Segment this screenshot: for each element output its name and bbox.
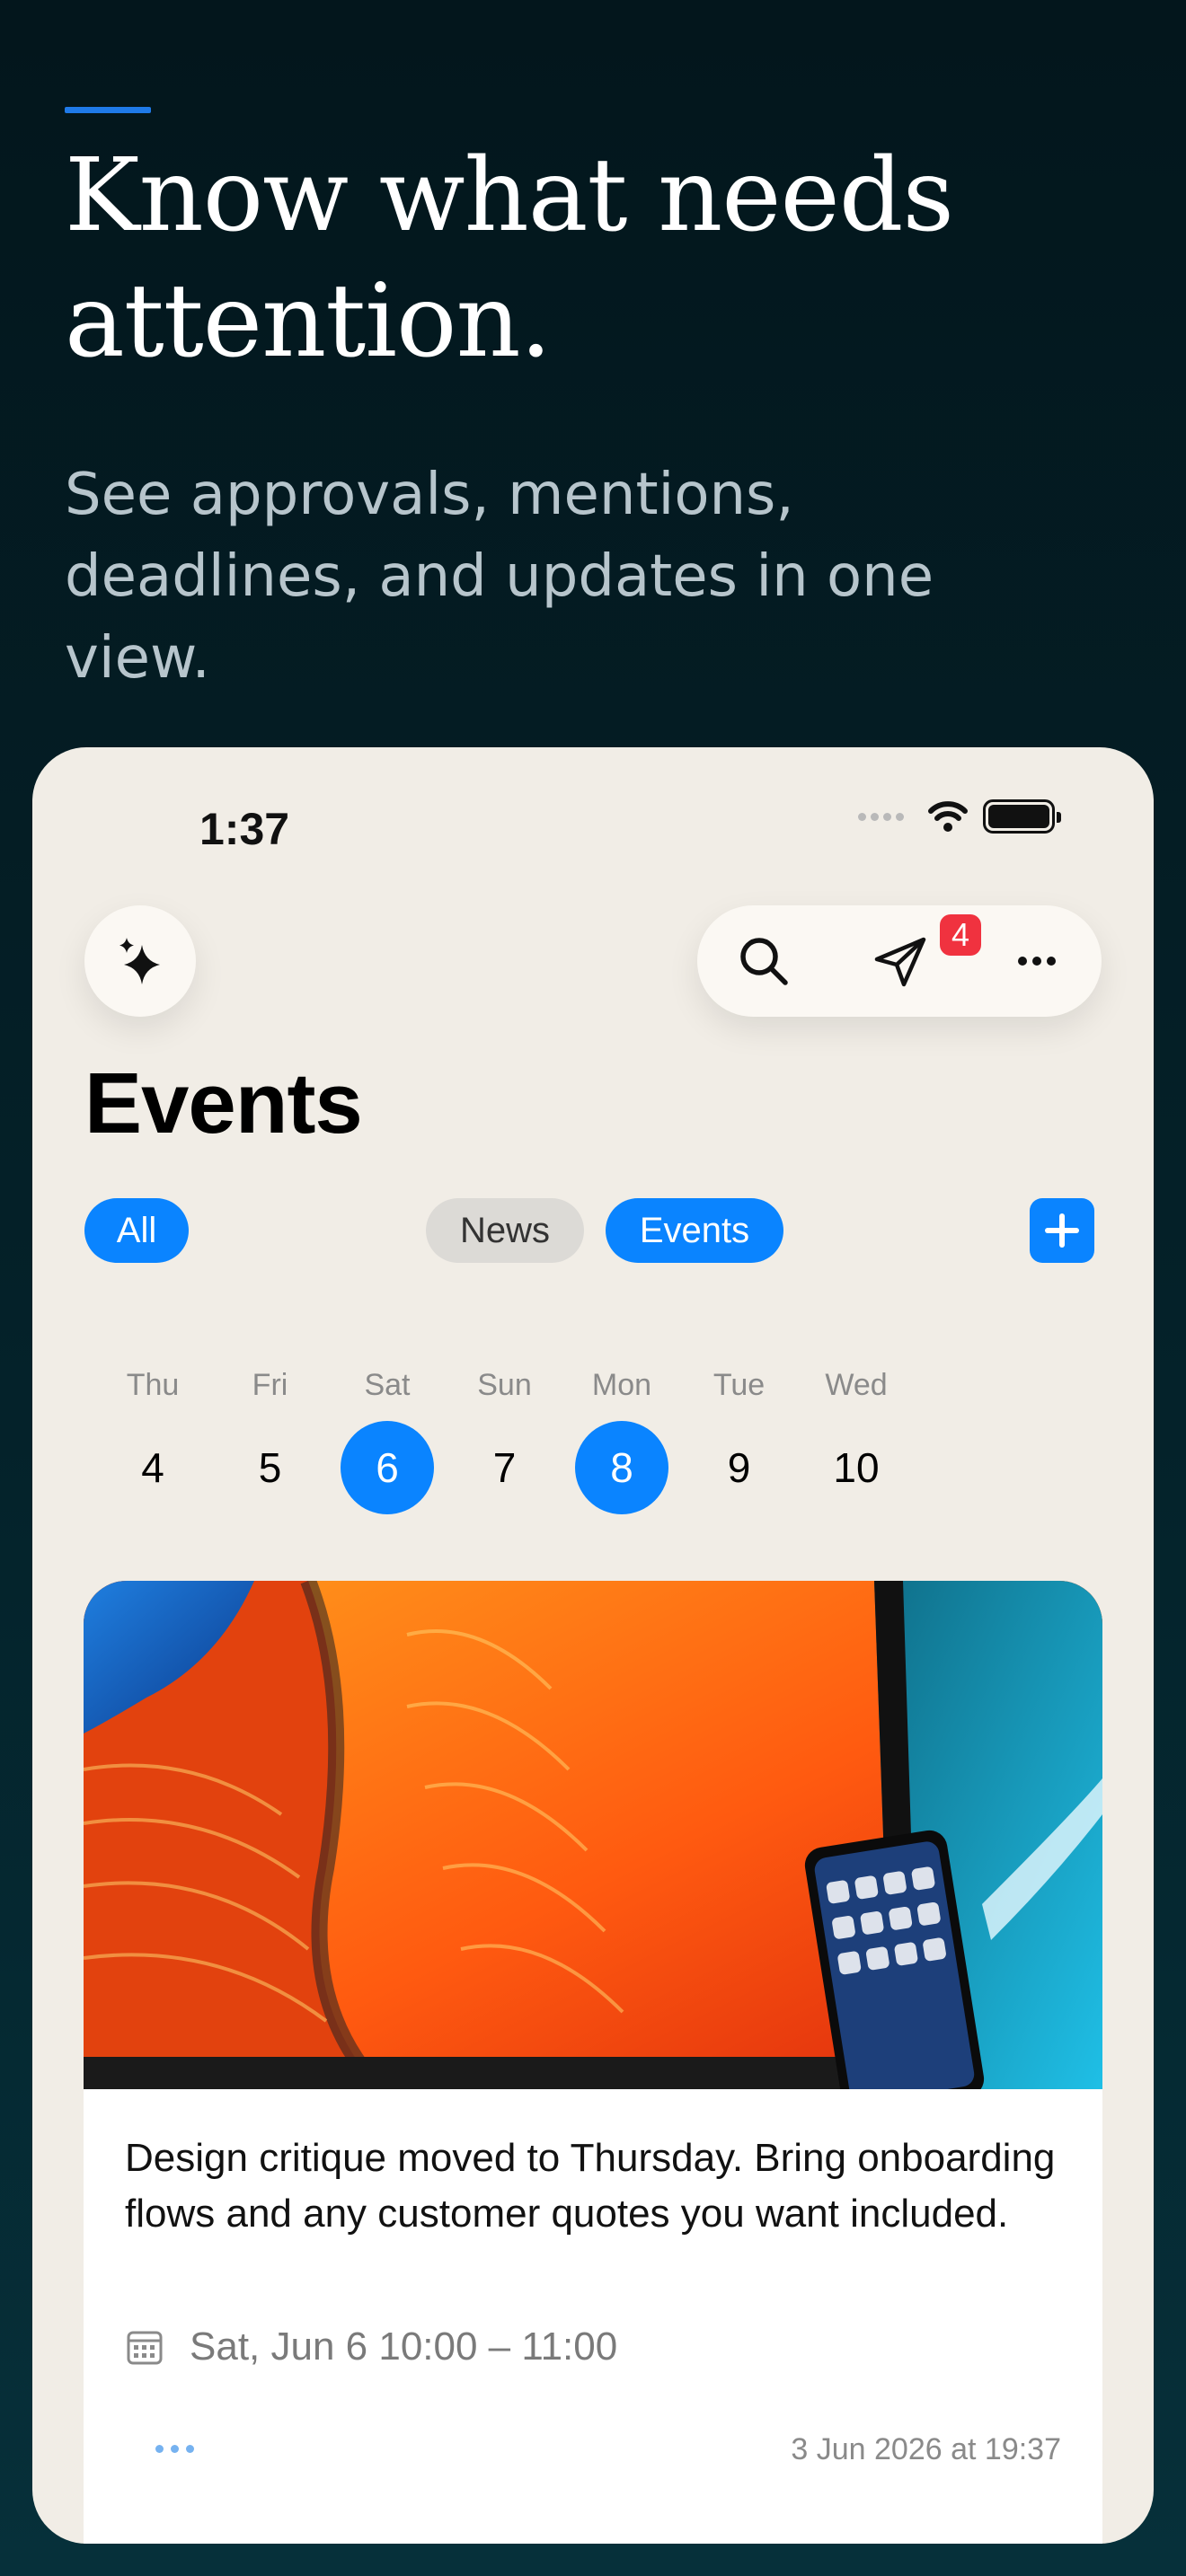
toolbar	[697, 905, 1102, 1017]
subheadline: See approvals, mentions, deadlines, and …	[65, 462, 934, 692]
card-timestamp: 3 Jun 2026 at 19:37	[791, 2432, 1061, 2466]
day-sat[interactable]: Sat 6	[338, 1367, 437, 1514]
signal-icon	[858, 812, 904, 821]
day-name: Thu	[126, 1368, 180, 1402]
filter-news[interactable]: News	[426, 1198, 584, 1263]
day-name: Sun	[477, 1368, 532, 1402]
day-number: 10	[833, 1444, 880, 1491]
day-name: Fri	[252, 1368, 288, 1402]
headline: Know what needs attention.	[65, 137, 954, 380]
day-fri[interactable]: Fri 5	[221, 1367, 320, 1514]
day-number: 9	[727, 1444, 751, 1491]
event-date-row: Sat, Jun 6 10:00 – 11:00	[125, 2325, 617, 2369]
status-time: 1:37	[199, 804, 290, 854]
plus-icon	[1045, 1213, 1079, 1248]
day-number: 5	[258, 1444, 282, 1491]
filter-events[interactable]: Events	[606, 1198, 783, 1263]
battery-icon	[983, 799, 1061, 834]
event-card[interactable]: Design critique moved to Thursday. Bring…	[84, 1581, 1102, 2544]
notification-badge: 4	[940, 914, 981, 956]
day-number: 4	[141, 1444, 164, 1491]
status-icons	[858, 799, 1061, 834]
day-name: Sat	[364, 1368, 411, 1402]
day-wed[interactable]: Wed 10	[807, 1367, 906, 1514]
accent-bar	[65, 107, 151, 113]
page-title: Events	[84, 1055, 363, 1151]
day-number-selected: 8	[575, 1421, 668, 1514]
search-icon	[740, 938, 788, 985]
day-number: 7	[492, 1444, 517, 1491]
day-name: Mon	[591, 1368, 652, 1402]
search-button[interactable]	[708, 905, 819, 1017]
wifi-icon	[928, 801, 968, 832]
filter-all[interactable]: All	[84, 1198, 189, 1263]
day-mon[interactable]: Mon 8	[572, 1367, 671, 1514]
day-thu[interactable]: Thu 4	[103, 1367, 202, 1514]
more-button[interactable]	[981, 905, 1093, 1017]
card-more-icon[interactable]	[155, 2445, 194, 2453]
send-icon	[874, 937, 926, 987]
ai-assistant-button[interactable]	[84, 905, 196, 1017]
day-name: Tue	[712, 1368, 766, 1402]
more-icon	[1018, 957, 1056, 966]
event-date: Sat, Jun 6 10:00 – 11:00	[190, 2325, 618, 2369]
phone-screen: 1:37 4 Events All News Events Thu 4 Fri …	[32, 747, 1154, 2544]
day-sun[interactable]: Sun 7	[456, 1367, 554, 1514]
event-image	[84, 1581, 1102, 2089]
calendar-icon	[127, 2331, 163, 2365]
add-button[interactable]	[1030, 1198, 1094, 1263]
sparkles-icon	[119, 938, 160, 984]
day-name: Wed	[825, 1368, 888, 1402]
day-number-selected: 6	[341, 1421, 434, 1514]
day-tue[interactable]: Tue 9	[690, 1367, 789, 1514]
event-description: Design critique moved to Thursday. Bring…	[125, 2136, 1056, 2236]
